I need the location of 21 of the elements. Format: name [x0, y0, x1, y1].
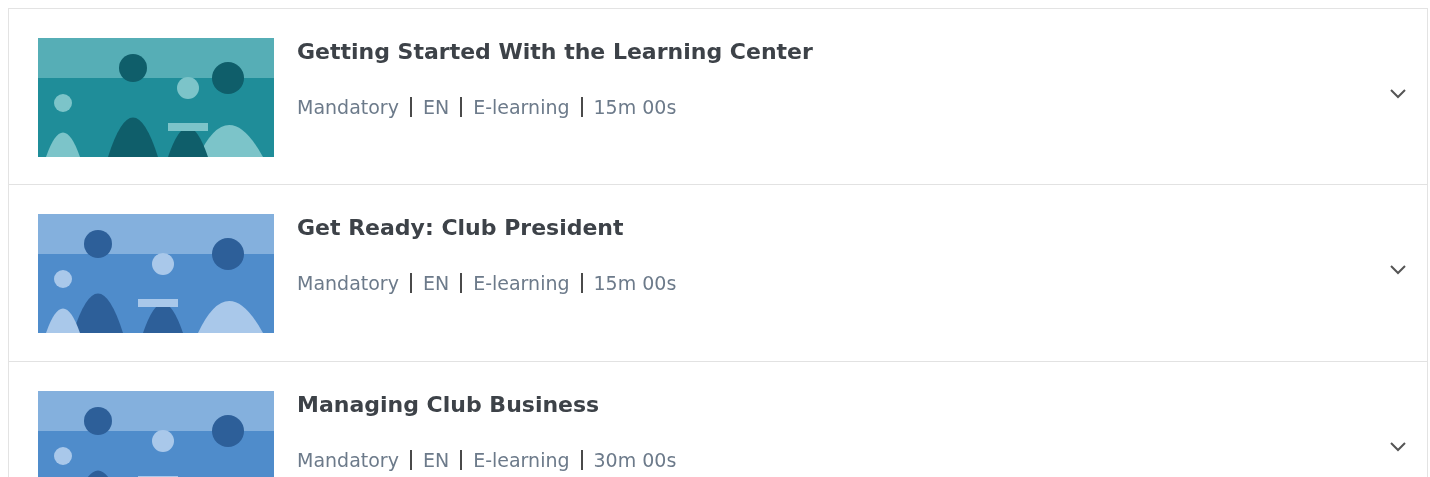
chevron-icon[interactable] — [1389, 87, 1407, 99]
course-meta: EN — [409, 450, 461, 470]
course-title[interactable]: Getting Started With the Learning Center — [297, 39, 813, 64]
course-card[interactable]: Getting Started With the Learning Center Mandatory EN E-learning 15m 00s — [8, 8, 1428, 185]
course-card[interactable]: Get Ready: Club President Mandatory EN E-learning 15m 00s — [8, 185, 1428, 362]
course-card[interactable]: Managing Club Business Mandatory EN E-learning 30m 00s — [8, 362, 1428, 477]
course-meta: 30m 00s — [580, 450, 688, 470]
course-meta: E-learning — [460, 273, 581, 293]
chevron-icon[interactable] — [1389, 441, 1407, 452]
course-meta: 15m 00s — [580, 97, 688, 117]
course-title[interactable]: Managing Club Business — [297, 392, 600, 417]
course-meta: E-learning — [460, 450, 581, 470]
course-meta: 15m 00s — [580, 273, 688, 293]
course-meta: Mandatory — [297, 450, 400, 470]
course-meta: EN — [409, 273, 461, 293]
course-meta: E-learning — [460, 97, 581, 117]
course-meta: Mandatory — [297, 273, 400, 293]
course-meta: Mandatory — [297, 97, 400, 117]
chevron-icon[interactable] — [1389, 264, 1407, 275]
course-meta: EN — [409, 97, 461, 117]
course-title[interactable]: Get Ready: Club President — [297, 215, 624, 240]
